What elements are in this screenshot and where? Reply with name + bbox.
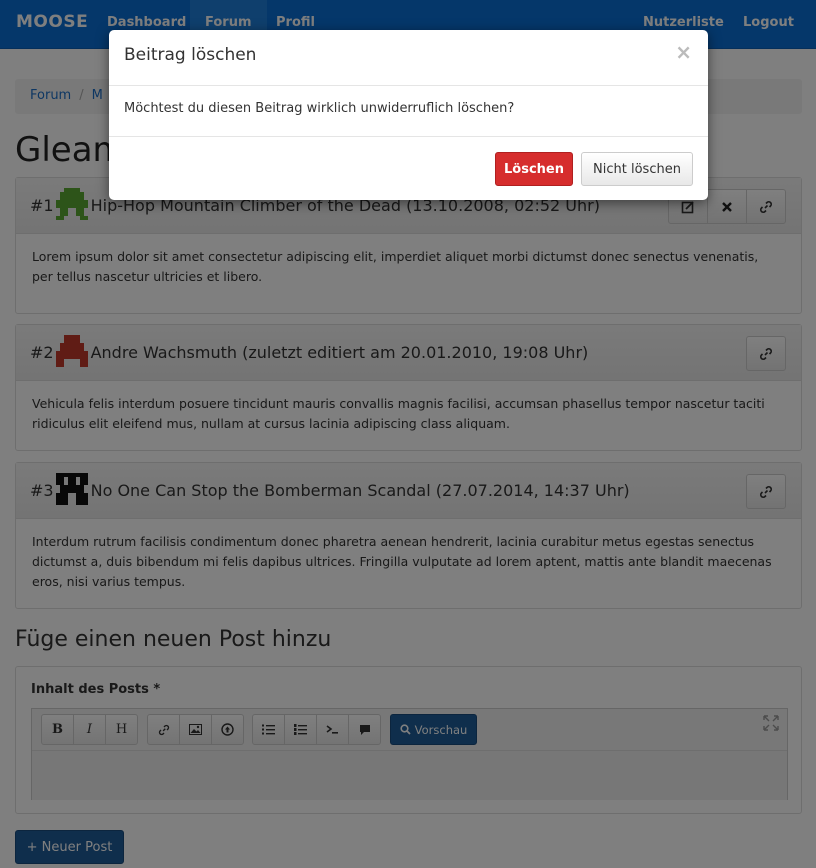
modal-header: Beitrag löschen × xyxy=(109,30,708,86)
cancel-delete-button[interactable]: Nicht löschen xyxy=(581,152,693,186)
modal-message: Möchtest du diesen Beitrag wirklich unwi… xyxy=(124,101,515,116)
delete-post-dialog: Beitrag löschen × Möchtest du diesen Bei… xyxy=(109,30,708,200)
confirm-delete-button[interactable]: Löschen xyxy=(495,152,573,186)
close-icon[interactable]: × xyxy=(675,40,692,64)
modal-footer: Löschen Nicht löschen xyxy=(109,136,708,200)
modal-title: Beitrag löschen xyxy=(124,45,257,65)
